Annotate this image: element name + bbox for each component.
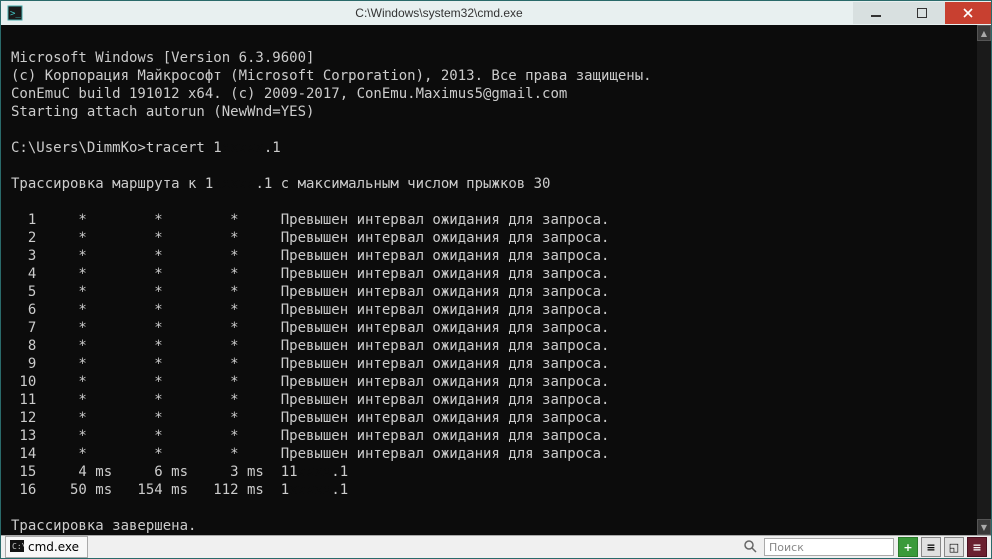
redacted: xxxxx xyxy=(222,139,264,157)
search-icon[interactable] xyxy=(743,538,757,557)
app-window: >_ C:\Windows\system32\cmd.exe Microsoft… xyxy=(0,0,992,559)
redacted: xxxxx xyxy=(289,481,331,499)
svg-text:C:\: C:\ xyxy=(12,542,24,551)
window-title: C:\Windows\system32\cmd.exe xyxy=(25,6,853,20)
svg-text:>_: >_ xyxy=(10,9,21,19)
redacted: xxxx xyxy=(298,463,332,481)
search-placeholder: Поиск xyxy=(769,541,804,554)
statusbar: C:\ cmd.exe Поиск + ≡ ◱ ≡ xyxy=(1,535,991,558)
close-button[interactable] xyxy=(945,2,991,24)
scroll-up-button[interactable]: ▲ xyxy=(977,25,991,41)
tab-label: cmd.exe xyxy=(28,540,79,554)
minimize-button[interactable] xyxy=(853,2,899,24)
scroll-down-button[interactable]: ▼ xyxy=(977,519,991,535)
statusbar-btn-b[interactable]: ◱ xyxy=(944,537,964,557)
statusbar-btn-c[interactable]: ≡ xyxy=(967,537,987,557)
statusbar-btn-a[interactable]: ≡ xyxy=(921,537,941,557)
new-tab-button[interactable]: + xyxy=(898,537,918,557)
redacted: xxxxx xyxy=(213,175,255,193)
app-icon: >_ xyxy=(5,3,25,23)
body-area: Microsoft Windows [Version 6.3.9600] (c)… xyxy=(1,25,991,535)
maximize-button[interactable] xyxy=(899,2,945,24)
status-icons: + ≡ ◱ ≡ xyxy=(898,537,987,557)
cmd-icon: C:\ xyxy=(10,540,24,555)
window-buttons xyxy=(853,2,991,24)
console-tab[interactable]: C:\ cmd.exe xyxy=(5,536,88,558)
titlebar[interactable]: >_ C:\Windows\system32\cmd.exe xyxy=(1,1,991,25)
scroll-track[interactable] xyxy=(977,41,991,519)
terminal-output[interactable]: Microsoft Windows [Version 6.3.9600] (c)… xyxy=(1,25,977,535)
scrollbar[interactable]: ▲ ▼ xyxy=(977,25,991,535)
search-input[interactable]: Поиск xyxy=(764,538,894,556)
